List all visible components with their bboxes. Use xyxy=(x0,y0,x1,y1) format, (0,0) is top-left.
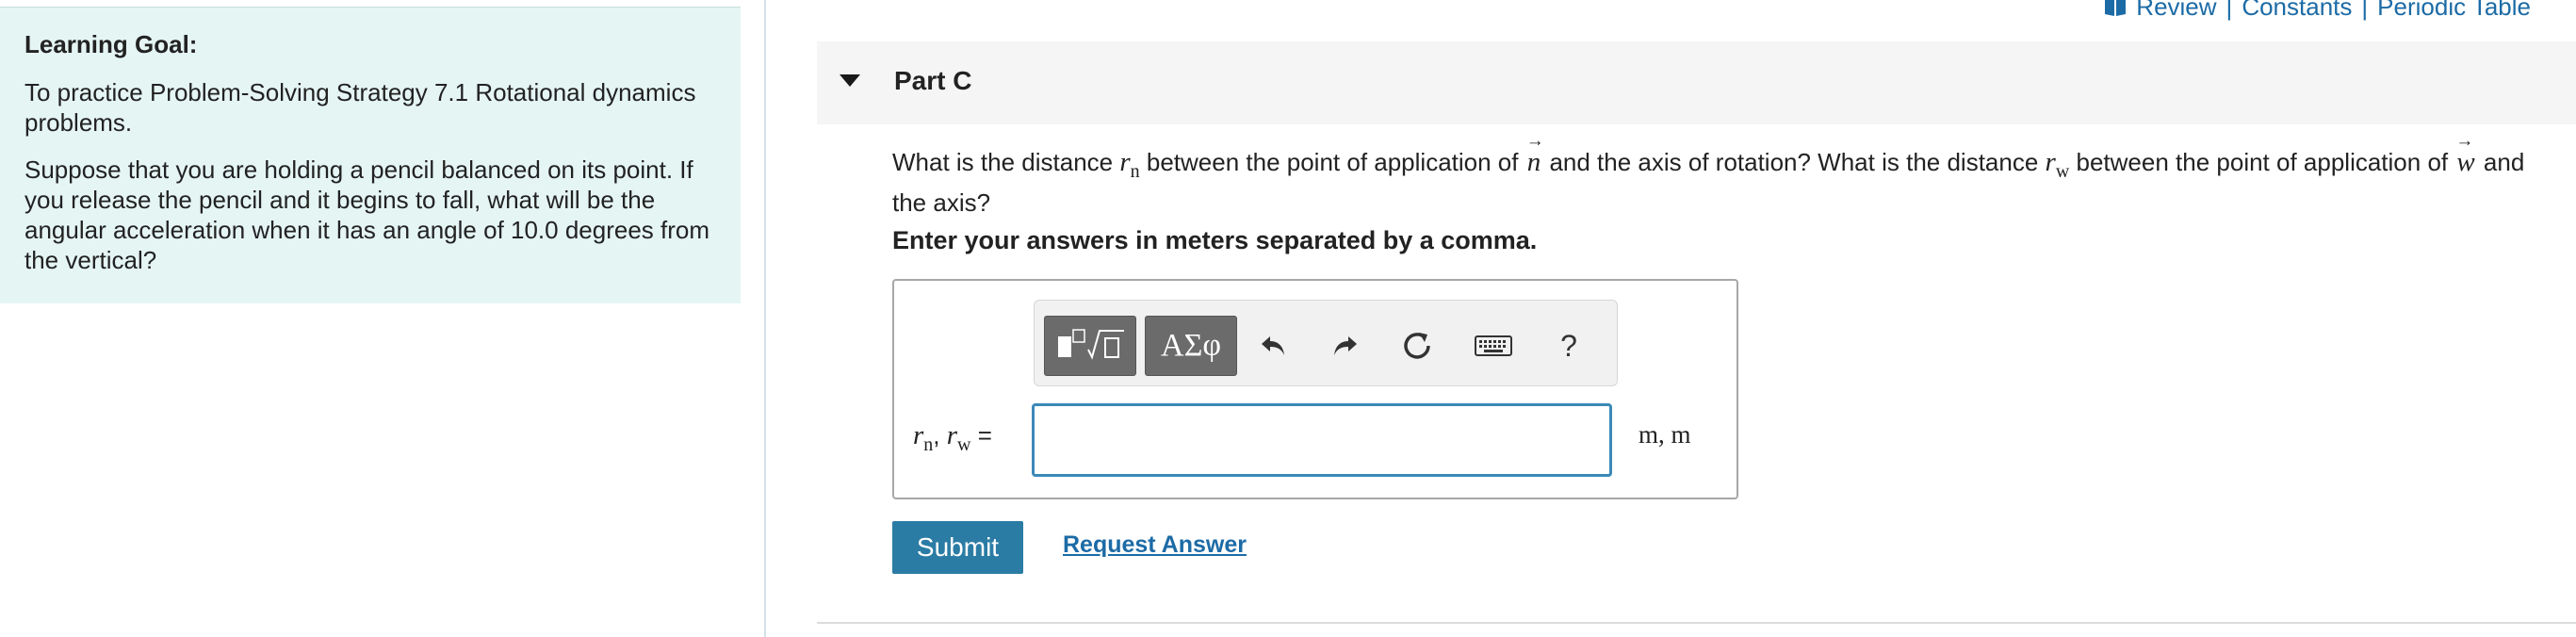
subscript-w: w xyxy=(957,434,971,455)
var-r: r xyxy=(946,420,958,450)
vector-w: → w xyxy=(2454,132,2476,178)
subscript-w: w xyxy=(2055,161,2070,182)
vector-arrow-icon: → xyxy=(1525,131,1544,151)
submit-button[interactable]: Submit xyxy=(892,521,1023,574)
greek-letters-button[interactable]: ΑΣφ xyxy=(1145,316,1237,376)
redo-button[interactable] xyxy=(1320,320,1371,371)
answer-units: m, m xyxy=(1639,420,1691,449)
answer-instruction: Enter your answers in meters separated b… xyxy=(892,226,1538,254)
part-header[interactable]: Part C xyxy=(817,41,2576,124)
constants-link[interactable]: Constants xyxy=(2242,0,2352,22)
help-button[interactable]: ? xyxy=(1543,320,1594,371)
learning-goal-title: Learning Goal: xyxy=(24,30,198,58)
question-fragment: What is the distance xyxy=(892,148,1120,176)
problem-statement: Suppose that you are holding a pencil ba… xyxy=(24,155,710,274)
subscript-n: n xyxy=(1130,161,1140,182)
question-fragment: between the point of application of xyxy=(1139,148,1525,176)
question-text: What is the distance rn between the poin… xyxy=(892,132,2560,219)
vector-letter: n xyxy=(1526,147,1541,177)
undo-button[interactable] xyxy=(1247,320,1298,371)
label-equals: = xyxy=(970,421,992,449)
redo-icon xyxy=(1334,336,1357,355)
label-comma: , xyxy=(933,421,947,449)
question-fragment: and the axis of rotation? What is the di… xyxy=(1542,148,2046,176)
answer-label: rn, rw = xyxy=(913,420,992,456)
vector-n: → n xyxy=(1525,132,1544,178)
templates-button[interactable] xyxy=(1044,316,1136,376)
question-fragment: between the point of application of xyxy=(2069,148,2455,176)
answer-input[interactable] xyxy=(1032,403,1612,477)
request-answer-link[interactable]: Request Answer xyxy=(1063,531,1247,559)
reset-button[interactable] xyxy=(1393,320,1443,371)
answer-box: ΑΣφ ? rn, rw = m, m xyxy=(892,279,1738,499)
link-separator: | xyxy=(2225,0,2233,21)
review-link[interactable]: Review xyxy=(2136,0,2216,22)
templates-icon xyxy=(1058,329,1124,360)
periodic-table-link[interactable]: Periodic Table xyxy=(2377,0,2531,22)
learning-goal-panel: Learning Goal: To practice Problem-Solvi… xyxy=(0,7,741,303)
learning-goal-text: To practice Problem-Solving Strategy 7.1… xyxy=(24,78,696,137)
reset-icon xyxy=(1404,333,1430,359)
undo-icon xyxy=(1262,336,1284,355)
bottom-divider xyxy=(817,622,2576,624)
part-title: Part C xyxy=(894,66,972,95)
book-icon xyxy=(2104,0,2127,16)
column-divider xyxy=(764,0,766,637)
math-toolbar: ΑΣφ ? xyxy=(1034,300,1618,386)
collapse-caret-icon[interactable] xyxy=(840,74,860,87)
var-r: r xyxy=(913,420,924,450)
keyboard-icon xyxy=(1475,335,1512,356)
vector-arrow-icon: → xyxy=(2455,131,2474,151)
resource-links: Review | Constants | Periodic Table xyxy=(2104,0,2531,22)
vector-letter: w xyxy=(2456,147,2475,177)
keyboard-button[interactable] xyxy=(1468,320,1519,371)
link-separator: | xyxy=(2361,0,2369,21)
var-r: r xyxy=(2045,147,2056,177)
subscript-n: n xyxy=(923,434,934,455)
var-r: r xyxy=(1119,147,1131,177)
